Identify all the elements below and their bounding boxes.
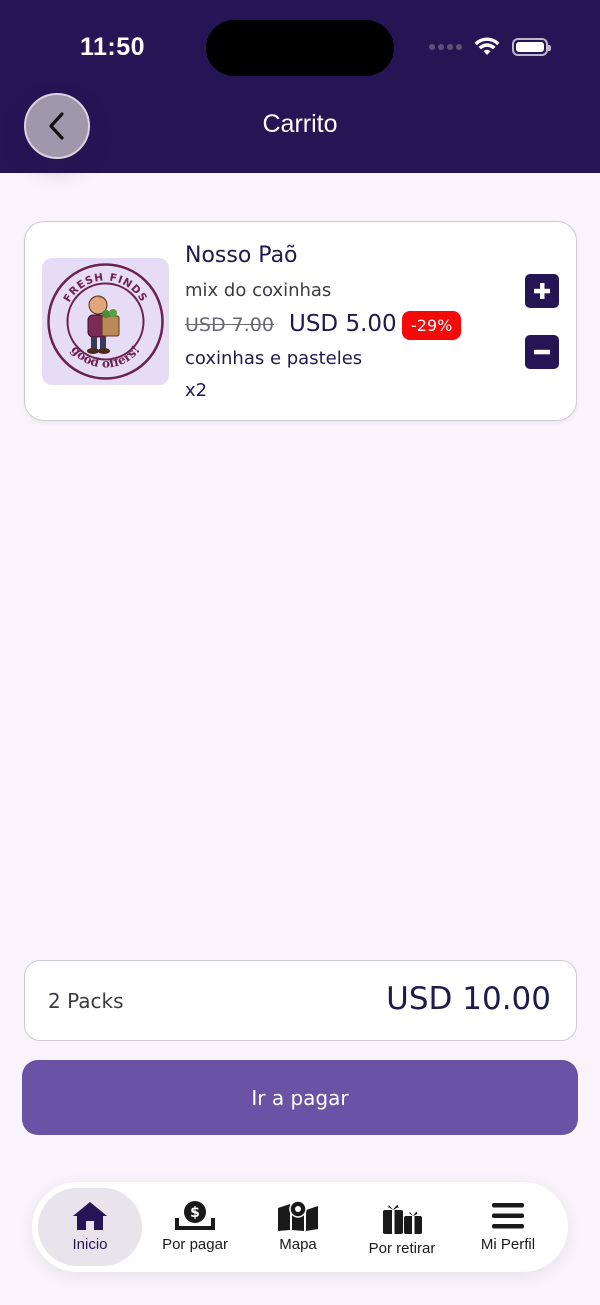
menu-icon: [492, 1203, 524, 1229]
wifi-icon: [474, 37, 500, 55]
home-icon: [73, 1202, 107, 1230]
app-header: 11:50 Carrito: [0, 0, 600, 173]
minus-icon: [534, 349, 550, 355]
product-logo: FRESH FINDS good offers!: [42, 258, 169, 385]
status-time: 11:50: [80, 33, 146, 61]
map-icon: [278, 1200, 318, 1231]
packs-count: 2 Packs: [48, 989, 124, 1013]
gift-icon: [383, 1204, 422, 1234]
original-price: USD 7.00: [185, 314, 274, 336]
plus-icon: [534, 283, 550, 299]
svg-text:$: $: [190, 1205, 200, 1221]
checkout-button[interactable]: Ir a pagar: [22, 1060, 578, 1135]
increase-quantity-button[interactable]: [525, 274, 559, 308]
cart-summary: 2 Packs USD 10.00: [24, 960, 577, 1041]
nav-item-por-retirar[interactable]: Por retirar: [350, 1188, 454, 1266]
nav-label: Mi Perfil: [480, 1236, 536, 1253]
money-tray-icon: $: [175, 1201, 215, 1230]
nav-label: Por retirar: [368, 1240, 436, 1257]
nav-item-mi-perfil[interactable]: Mi Perfil: [456, 1188, 560, 1266]
page-title: Carrito: [262, 110, 338, 138]
nav-item-inicio[interactable]: Inicio: [38, 1188, 142, 1266]
cart-item-card[interactable]: FRESH FINDS good offers! Nosso Paõ mix d…: [24, 221, 577, 421]
discounted-price: USD 5.00: [289, 311, 397, 337]
discount-badge: -29%: [402, 311, 462, 340]
cart-total: USD 10.00: [386, 981, 551, 1017]
nav-label: Inicio: [72, 1236, 108, 1253]
product-name: Nosso Paõ: [185, 243, 298, 268]
nav-label: Por pagar: [162, 1236, 228, 1253]
decrease-quantity-button[interactable]: [525, 335, 559, 369]
nav-item-mapa[interactable]: Mapa: [246, 1188, 350, 1266]
status-icons: [429, 37, 551, 57]
item-quantity: x2: [185, 380, 208, 401]
bottom-nav: Inicio $ Por pagar Mapa Por retirar Mi P…: [32, 1182, 568, 1272]
dynamic-island: [206, 20, 394, 76]
nav-item-por-pagar[interactable]: $ Por pagar: [143, 1188, 247, 1266]
nav-label: Mapa: [279, 1236, 317, 1253]
product-subtitle: mix do coxinhas: [185, 280, 332, 301]
product-description: coxinhas e pasteles: [185, 348, 363, 369]
battery-icon: [512, 38, 551, 56]
fresh-finds-logo: FRESH FINDS good offers!: [47, 263, 164, 380]
cellular-signal-icon: [429, 44, 462, 50]
